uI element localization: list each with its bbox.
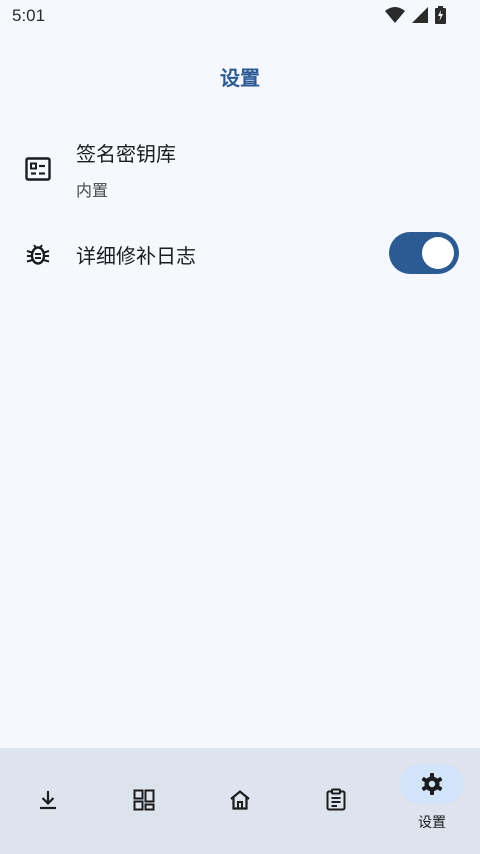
dashboard-icon — [133, 789, 155, 811]
keystore-icon — [25, 157, 51, 181]
setting-keystore-subtitle: 内置 — [76, 181, 109, 200]
status-icons — [385, 6, 446, 24]
setting-verbose-logs-title: 详细修补日志 — [76, 244, 196, 268]
status-time: 5:01 — [12, 6, 46, 25]
toggle-knob — [422, 237, 454, 269]
setting-keystore[interactable]: 签名密钥库 内置 — [0, 120, 480, 216]
wifi-icon — [385, 7, 405, 23]
nav-item-download[interactable] — [0, 748, 96, 854]
bug-icon — [26, 244, 50, 265]
status-bar: 5:01 — [0, 0, 480, 32]
home-icon — [230, 790, 250, 810]
setting-keystore-title: 签名密钥库 — [76, 142, 176, 166]
download-icon — [40, 791, 56, 810]
gear-icon — [421, 773, 443, 795]
nav-item-settings[interactable]: 设置 — [384, 748, 480, 854]
signal-icon — [412, 7, 428, 23]
battery-charging-icon — [435, 6, 446, 24]
bottom-nav: 设置 — [0, 748, 480, 854]
setting-verbose-logs[interactable]: 详细修补日志 — [0, 222, 480, 286]
nav-item-dashboard[interactable] — [96, 748, 192, 854]
nav-label-settings: 设置 — [418, 815, 446, 831]
nav-item-home[interactable] — [192, 748, 288, 854]
nav-item-clipboard[interactable] — [288, 748, 384, 854]
verbose-logs-toggle[interactable] — [389, 232, 459, 274]
page-title: 设置 — [220, 66, 260, 90]
clipboard-icon — [326, 788, 346, 811]
